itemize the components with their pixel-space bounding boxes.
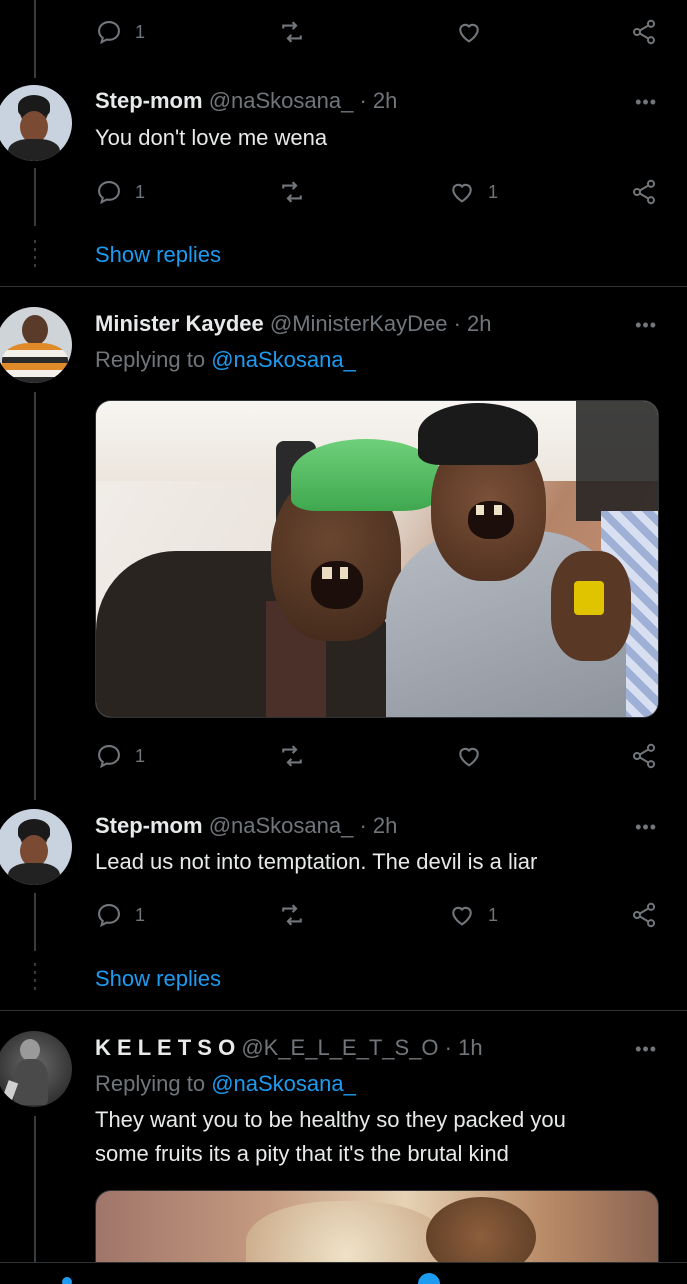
avatar[interactable] [0, 307, 72, 383]
tweet-actions: 1 [95, 741, 660, 771]
thread-dots [34, 240, 36, 270]
handle[interactable]: @K_E_L_E_T_S_O [241, 1035, 438, 1060]
notification-badge-icon[interactable] [418, 1273, 440, 1284]
home-indicator-dot [62, 1277, 72, 1284]
thread-line [34, 168, 36, 226]
retweet-button[interactable] [278, 741, 306, 771]
share-icon [630, 18, 658, 46]
bottom-nav-bar [0, 1262, 687, 1284]
share-icon [630, 178, 658, 206]
divider [0, 1010, 687, 1011]
reply-button[interactable]: 1 [95, 17, 145, 47]
like-button[interactable]: 1 [448, 900, 498, 930]
reply-button[interactable]: 1 [95, 177, 145, 207]
reply-icon [95, 18, 123, 46]
more-icon[interactable]: ••• [635, 92, 657, 113]
reply-icon [95, 742, 123, 770]
retweet-icon [278, 18, 306, 46]
retweet-button[interactable] [278, 177, 306, 207]
thread-line [34, 392, 36, 800]
tweet-text: They want you to be healthy so they pack… [95, 1107, 566, 1166]
share-button[interactable] [630, 900, 658, 930]
tweet-actions: 1 [95, 17, 660, 47]
like-button[interactable] [455, 17, 483, 47]
like-button[interactable] [455, 741, 483, 771]
display-name[interactable]: Step-mom [95, 88, 203, 113]
tweet-text: Lead us not into temptation. The devil i… [95, 849, 538, 874]
share-icon [630, 742, 658, 770]
retweet-button[interactable] [278, 17, 306, 47]
display-name[interactable]: Step-mom [95, 813, 203, 838]
share-icon [630, 901, 658, 929]
show-replies-link[interactable]: Show replies [95, 966, 221, 992]
share-button[interactable] [630, 17, 658, 47]
more-icon[interactable]: ••• [635, 315, 657, 336]
handle[interactable]: @MinisterKayDee [270, 311, 448, 336]
tweet-photo[interactable] [95, 400, 659, 718]
avatar[interactable] [0, 1031, 72, 1107]
thread-line [34, 1116, 36, 1262]
like-icon [448, 901, 476, 929]
retweet-icon [278, 178, 306, 206]
timestamp: · 1h [444, 1035, 483, 1060]
tweet-header: Step-mom @naSkosana_ · 2h [95, 813, 397, 839]
replying-to: Replying to @naSkosana_ [95, 1071, 356, 1096]
reply-button[interactable]: 1 [95, 900, 145, 930]
reply-icon [95, 178, 123, 206]
more-icon[interactable]: ••• [635, 817, 657, 838]
tweet-text: You don't love me wena [95, 125, 328, 150]
avatar[interactable] [0, 809, 72, 885]
like-button[interactable]: 1 [448, 177, 498, 207]
like-icon [455, 18, 483, 46]
timestamp: · 2h [453, 311, 492, 336]
timestamp: · 2h [359, 813, 398, 838]
tweet-actions: 1 1 [95, 900, 660, 930]
replying-to: Replying to @naSkosana_ [95, 347, 356, 372]
like-icon [448, 178, 476, 206]
tweet-header: Minister Kaydee @MinisterKayDee · 2h [95, 311, 492, 337]
display-name[interactable]: Minister Kaydee [95, 311, 264, 336]
retweet-icon [278, 742, 306, 770]
tweet-actions: 1 1 [95, 177, 660, 207]
retweet-icon [278, 901, 306, 929]
avatar[interactable] [0, 85, 72, 161]
retweet-button[interactable] [278, 900, 306, 930]
mention-link[interactable]: @naSkosana_ [211, 1071, 356, 1096]
reply-button[interactable]: 1 [95, 741, 145, 771]
like-icon [455, 742, 483, 770]
handle[interactable]: @naSkosana_ [209, 813, 354, 838]
share-button[interactable] [630, 741, 658, 771]
more-icon[interactable]: ••• [635, 1039, 657, 1060]
share-button[interactable] [630, 177, 658, 207]
show-replies-link[interactable]: Show replies [95, 242, 221, 268]
divider [0, 286, 687, 287]
display-name[interactable]: K E L E T S O [95, 1035, 235, 1060]
tweet-header: Step-mom @naSkosana_ · 2h [95, 88, 397, 114]
thread-line [34, 893, 36, 951]
thread-line [34, 0, 36, 78]
reply-icon [95, 901, 123, 929]
handle[interactable]: @naSkosana_ [209, 88, 354, 113]
timestamp: · 2h [359, 88, 398, 113]
mention-link[interactable]: @naSkosana_ [211, 347, 356, 372]
thread-dots [34, 963, 36, 993]
tweet-header: K E L E T S O @K_E_L_E_T_S_O · 1h [95, 1035, 483, 1061]
